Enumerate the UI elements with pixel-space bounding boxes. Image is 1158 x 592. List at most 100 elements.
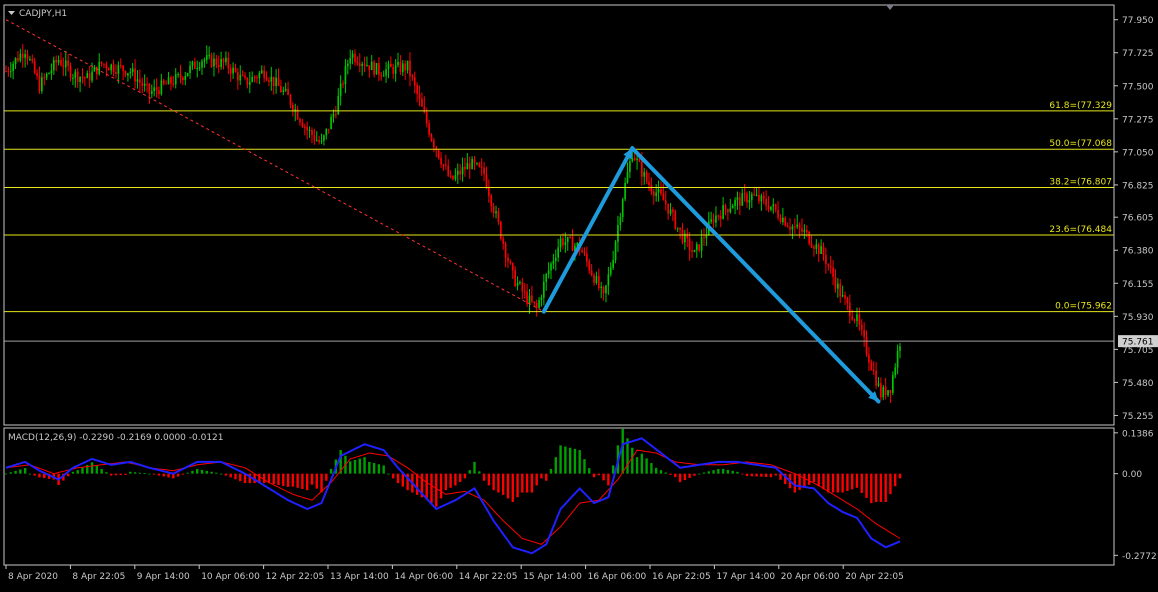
macd-histogram-bar (262, 473, 266, 484)
candle-body (263, 70, 265, 78)
candle-body (452, 175, 454, 180)
macd-histogram-bar (315, 473, 318, 489)
candle-body (621, 199, 624, 218)
macd-histogram-bar (650, 463, 653, 474)
macd-histogram-bar (870, 473, 873, 504)
candle-body (884, 386, 887, 396)
candle-body (170, 77, 172, 84)
macd-histogram-bar (640, 453, 644, 474)
macd-histogram-bar (698, 473, 701, 475)
candle-body (662, 193, 665, 201)
candle-body (686, 233, 689, 239)
candle-body (672, 209, 674, 212)
macd-histogram-bar (176, 473, 180, 477)
candle-body (782, 217, 784, 223)
candle-body (222, 59, 225, 63)
candle-body (229, 68, 232, 74)
candle-body (758, 194, 760, 202)
candle-body (277, 77, 280, 87)
candle-body (765, 198, 767, 206)
candle-body (246, 77, 249, 85)
macd-histogram-bar (803, 473, 806, 488)
candle-body (9, 71, 12, 73)
candle-body (358, 63, 361, 66)
candle-body (858, 314, 861, 325)
candle-body (526, 291, 528, 305)
macd-histogram-bar (664, 472, 667, 474)
candle-body (648, 181, 650, 185)
macd-histogram-bar (645, 458, 648, 474)
candle-body (789, 226, 791, 230)
macd-histogram-bar (492, 473, 495, 491)
candle-body (473, 158, 476, 164)
macd-histogram-bar (874, 473, 878, 502)
candle-body (868, 354, 870, 363)
candle-body (820, 246, 822, 255)
macd-histogram-bar (683, 473, 687, 481)
candle-body (95, 66, 98, 75)
time-tick-label: 10 Apr 06:00 (201, 572, 260, 582)
candle-body (227, 57, 230, 69)
candle-body (43, 77, 46, 79)
candle-body (76, 71, 79, 83)
macd-histogram-bar (272, 473, 275, 485)
candle-body (260, 70, 263, 74)
macd-histogram-bar (205, 470, 208, 474)
price-tick-label: 76.825 (1122, 181, 1154, 191)
candle-body (844, 295, 846, 299)
candle-body (411, 76, 414, 78)
candle-body (33, 60, 36, 73)
candle-body (516, 282, 519, 287)
macd-histogram-bar (33, 473, 36, 476)
candle-body (67, 60, 69, 66)
candle-body (566, 237, 569, 243)
candle-body (14, 57, 17, 65)
macd-histogram-bar (678, 473, 682, 483)
candle-body (349, 57, 352, 64)
macd-tick-label: -0.2772 (1122, 552, 1157, 562)
price-chart[interactable]: 61.8=(77.329 50.0=(77.068 38.2=(76.807 23.6… (0, 0, 1158, 588)
macd-histogram-bar (549, 468, 553, 474)
candle-body (337, 96, 340, 115)
candle-body (325, 128, 328, 136)
candle-body (652, 191, 655, 196)
macd-histogram-bar (191, 470, 194, 474)
chart-window[interactable]: 61.8=(77.329 50.0=(77.068 38.2=(76.807 23.6… (0, 0, 1158, 588)
candle-body (303, 126, 306, 128)
macd-histogram-bar (769, 473, 773, 478)
candle-body (143, 83, 146, 86)
candle-body (894, 367, 897, 376)
candle-body (174, 74, 177, 85)
macd-histogram-bar (215, 472, 218, 474)
candle-body (272, 76, 275, 87)
candle-body (846, 298, 849, 303)
candle-body (767, 205, 770, 210)
price-tick-label: 76.155 (1122, 280, 1154, 290)
candle-body (624, 182, 626, 200)
price-tick-label: 77.050 (1122, 148, 1154, 158)
candle-body (490, 195, 493, 207)
candle-body (533, 301, 536, 304)
macd-histogram-bar (181, 473, 185, 475)
candle-body (311, 129, 313, 136)
candle-body (899, 346, 901, 351)
candle-body (38, 76, 41, 92)
candle-body (545, 274, 548, 282)
candle-body (468, 163, 471, 169)
macd-histogram-bar (286, 473, 290, 487)
candle-body (301, 122, 304, 127)
macd-histogram-bar (234, 473, 237, 480)
candle-body (91, 71, 93, 81)
macd-histogram-bar (588, 468, 591, 474)
macd-tick-label: 0.00 (1122, 470, 1142, 480)
candle-body (813, 246, 815, 249)
candle-body (320, 140, 323, 143)
macd-histogram-bar (592, 473, 596, 478)
candle-body (346, 63, 349, 67)
candle-body (198, 67, 201, 69)
macd-histogram-bar (301, 473, 304, 489)
candle-body (502, 238, 505, 244)
macd-histogram-bar (860, 473, 863, 493)
macd-histogram-bar (66, 473, 70, 477)
candle-body (770, 206, 772, 210)
